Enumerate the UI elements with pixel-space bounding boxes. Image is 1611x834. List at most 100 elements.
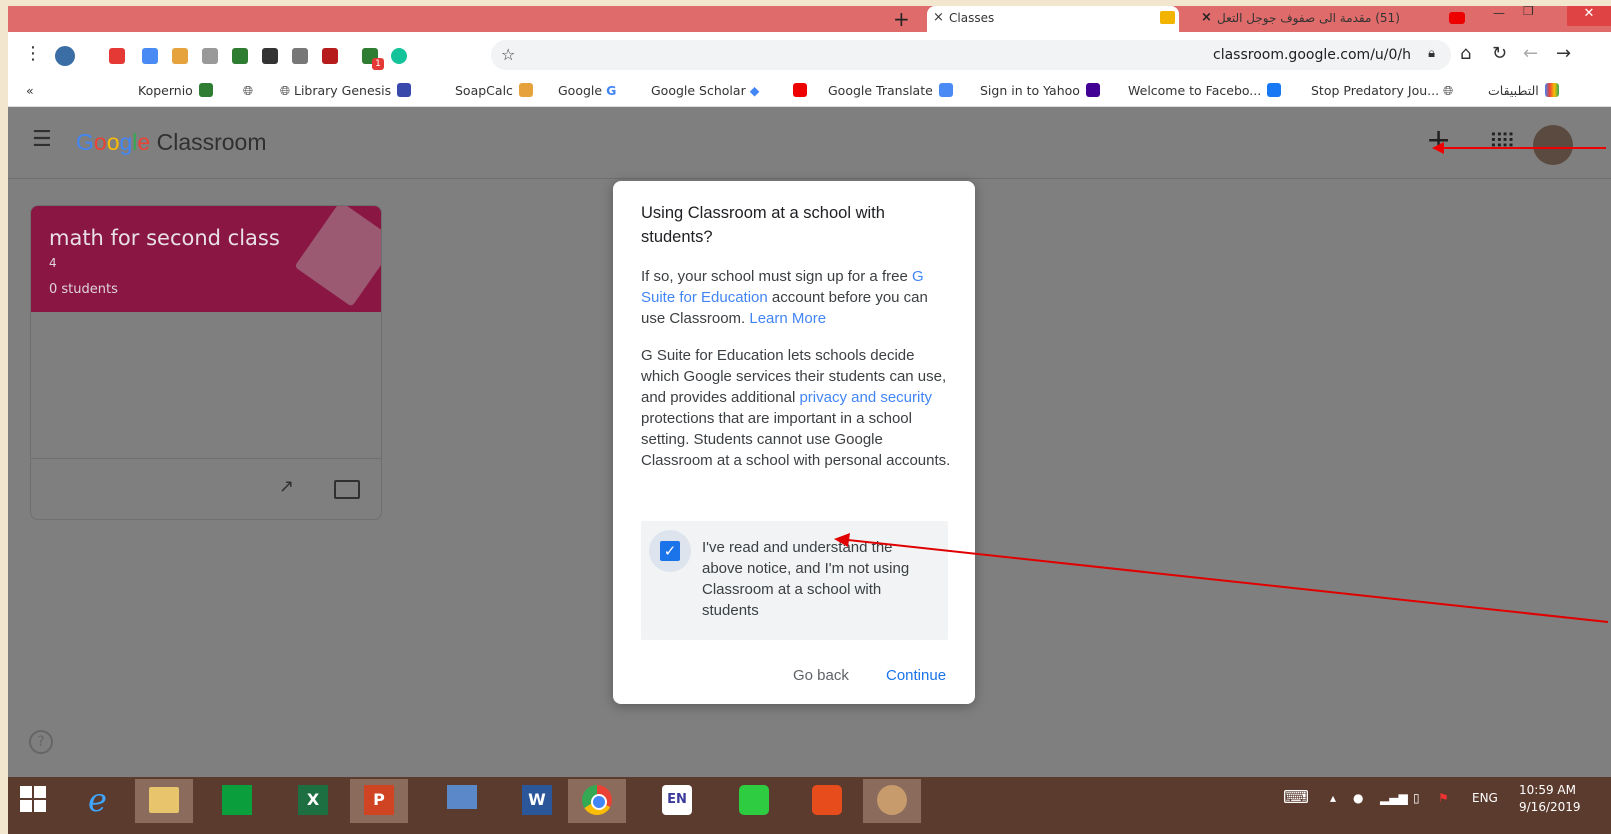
chrome-icon[interactable] bbox=[568, 779, 626, 823]
windows-start-icon[interactable] bbox=[20, 786, 46, 812]
help-icon[interactable]: ? bbox=[29, 730, 53, 754]
powerpoint-icon[interactable]: P bbox=[350, 779, 408, 823]
minimize-icon[interactable]: — bbox=[1493, 6, 1505, 28]
menu-icon[interactable]: ⋮ bbox=[24, 43, 42, 64]
student-count: 0 students bbox=[49, 282, 118, 297]
url-text[interactable]: classroom.google.com/u/0/h bbox=[1213, 47, 1411, 63]
continue-button[interactable]: Continue bbox=[886, 667, 946, 684]
divider bbox=[31, 458, 381, 459]
acknowledge-checkbox[interactable]: ✓ bbox=[660, 541, 680, 561]
privacy-security-link[interactable]: privacy and security bbox=[799, 389, 932, 406]
avatar[interactable] bbox=[1533, 125, 1573, 165]
bookmark-kopernio[interactable]: Kopernio bbox=[138, 83, 213, 98]
voice-recorder-icon[interactable] bbox=[798, 779, 856, 823]
bookmarks-bar: « Kopernio 🌐︎ 🌐︎ Library Genesis SoapCal… bbox=[8, 76, 1611, 107]
text: protections that are important in a scho… bbox=[641, 410, 951, 469]
dialog-paragraph-2: G Suite for Education lets schools decid… bbox=[641, 345, 951, 471]
annotation-arrow-head bbox=[1432, 142, 1444, 154]
google-apps-icon[interactable]: ⠿⠿ bbox=[1489, 129, 1515, 153]
lock-icon[interactable]: 🔒︎ bbox=[1428, 46, 1435, 61]
screenshot-icon[interactable] bbox=[725, 779, 783, 823]
clock-date[interactable]: 9/16/2019 bbox=[1519, 800, 1581, 814]
bookmark-yahoo[interactable]: Sign in to Yahoo bbox=[980, 83, 1100, 98]
battery-icon[interactable]: ▯ bbox=[1413, 791, 1420, 805]
learn-more-link[interactable]: Learn More bbox=[749, 310, 826, 327]
shield-extension-icon[interactable] bbox=[292, 48, 308, 64]
grammarly-extension-icon[interactable] bbox=[391, 48, 407, 64]
google-g-icon: G bbox=[606, 83, 617, 98]
logo-letter: o bbox=[93, 129, 107, 155]
bookmark-google[interactable]: Google G bbox=[558, 83, 616, 98]
bookmarks-more-icon[interactable]: « bbox=[26, 83, 34, 98]
dialog-title: Using Classroom at a school with student… bbox=[641, 204, 885, 246]
acknowledge-label[interactable]: I've read and understand the above notic… bbox=[702, 537, 932, 621]
pdf-extension-icon[interactable] bbox=[109, 48, 125, 64]
tab-close-icon[interactable]: × bbox=[933, 10, 944, 25]
trending-icon[interactable]: ↗ bbox=[279, 476, 294, 497]
film-extension-icon[interactable] bbox=[262, 48, 278, 64]
go-back-button[interactable]: Go back bbox=[793, 667, 849, 684]
en-badge: EN bbox=[662, 785, 692, 815]
tray-expand-icon[interactable]: ▴ bbox=[1330, 791, 1336, 805]
bookmark-library-genesis[interactable]: 🌐︎ Library Genesis bbox=[280, 83, 412, 99]
new-tab-button[interactable]: + bbox=[893, 7, 910, 31]
bookmark-soapcalc[interactable]: SoapCalc bbox=[455, 83, 533, 98]
hamburger-menu-icon[interactable]: ☰ bbox=[32, 127, 52, 152]
class-section: 4 bbox=[49, 256, 57, 270]
forward-icon[interactable]: ← bbox=[1523, 43, 1538, 64]
bookmark-google-scholar[interactable]: Google Scholar ◆ bbox=[651, 83, 759, 98]
close-window-icon[interactable]: ✕ bbox=[1567, 6, 1611, 26]
tab-close-icon[interactable]: × bbox=[1201, 10, 1212, 25]
extension-icon[interactable] bbox=[202, 48, 218, 64]
globe-icon[interactable]: 🌐︎ bbox=[243, 83, 253, 99]
restore-icon[interactable]: ❐ bbox=[1523, 6, 1534, 26]
profile-icon[interactable] bbox=[55, 46, 75, 66]
clock-time[interactable]: 10:59 AM bbox=[1519, 783, 1576, 797]
home-icon[interactable]: ⌂ bbox=[1460, 43, 1471, 64]
reload-icon[interactable]: ↻ bbox=[1492, 43, 1507, 64]
paint-icon[interactable] bbox=[863, 779, 921, 823]
bookmark-stop-predatory[interactable]: Stop Predatory Jou... 🌐︎ bbox=[1311, 83, 1453, 99]
tray-app-icon[interactable]: ● bbox=[1353, 791, 1363, 805]
class-title[interactable]: math for second class bbox=[49, 226, 280, 250]
pinwheel-extension-icon[interactable] bbox=[172, 48, 188, 64]
file-explorer-icon[interactable] bbox=[135, 779, 193, 823]
logo-letter: o bbox=[106, 129, 120, 155]
google-classroom-logo[interactable]: Google Classroom bbox=[76, 129, 267, 156]
internet-explorer-icon[interactable]: e bbox=[74, 779, 132, 823]
text: If so, your school must sign up for a fr… bbox=[641, 268, 912, 285]
bookmark-label: SoapCalc bbox=[455, 83, 513, 98]
translate-extension-icon[interactable] bbox=[142, 48, 158, 64]
tab-classes[interactable]: × Classes bbox=[927, 6, 1179, 32]
bookmark-google-translate[interactable]: Google Translate bbox=[828, 83, 953, 98]
bookmark-apps[interactable]: التطبيقات bbox=[1488, 83, 1559, 98]
bookmark-star-icon[interactable]: ☆ bbox=[501, 45, 515, 64]
excel-icon[interactable]: X bbox=[284, 779, 342, 823]
youtube-bookmark[interactable] bbox=[793, 83, 807, 98]
class-card[interactable]: math for second class 4 0 students ↗ bbox=[30, 205, 382, 520]
back-icon[interactable]: → bbox=[1556, 43, 1571, 64]
mendeley-extension-icon[interactable] bbox=[322, 48, 338, 64]
folder-icon[interactable] bbox=[334, 480, 360, 499]
classroom-extension-icon[interactable] bbox=[232, 48, 248, 64]
language-indicator[interactable]: ENG bbox=[1472, 791, 1498, 805]
keyboard-icon[interactable]: ⌨ bbox=[1283, 787, 1309, 808]
apps-grid-icon bbox=[1544, 83, 1559, 97]
store-icon[interactable] bbox=[208, 779, 266, 823]
tab-title: Classes bbox=[949, 11, 995, 25]
signal-icon[interactable]: ▂▄▆ bbox=[1380, 791, 1408, 805]
action-center-icon[interactable]: ⚑ bbox=[1438, 791, 1449, 805]
class-card-header[interactable]: math for second class 4 0 students bbox=[31, 206, 381, 312]
extension-badge: 1 bbox=[372, 58, 384, 70]
address-bar[interactable]: ☆ classroom.google.com/u/0/h 🔒︎ bbox=[491, 40, 1451, 70]
acknowledge-row[interactable]: ✓ I've read and understand the above not… bbox=[641, 521, 948, 640]
language-en-icon[interactable]: EN bbox=[648, 779, 706, 823]
classroom-app: ☰ Google Classroom + ⠿⠿ math for second … bbox=[8, 107, 1611, 777]
annotation-arrow-shaft bbox=[1436, 147, 1606, 149]
bookmark-facebook[interactable]: Welcome to Facebo... bbox=[1128, 83, 1282, 98]
remote-desktop-icon[interactable] bbox=[433, 779, 491, 823]
tab-youtube[interactable]: × (51) مقدمة الى صفوف جوجل التعل bbox=[1193, 6, 1493, 32]
word-icon[interactable]: W bbox=[508, 779, 566, 823]
yahoo-icon bbox=[1085, 83, 1100, 97]
bookmark-label: Google Translate bbox=[828, 83, 933, 98]
